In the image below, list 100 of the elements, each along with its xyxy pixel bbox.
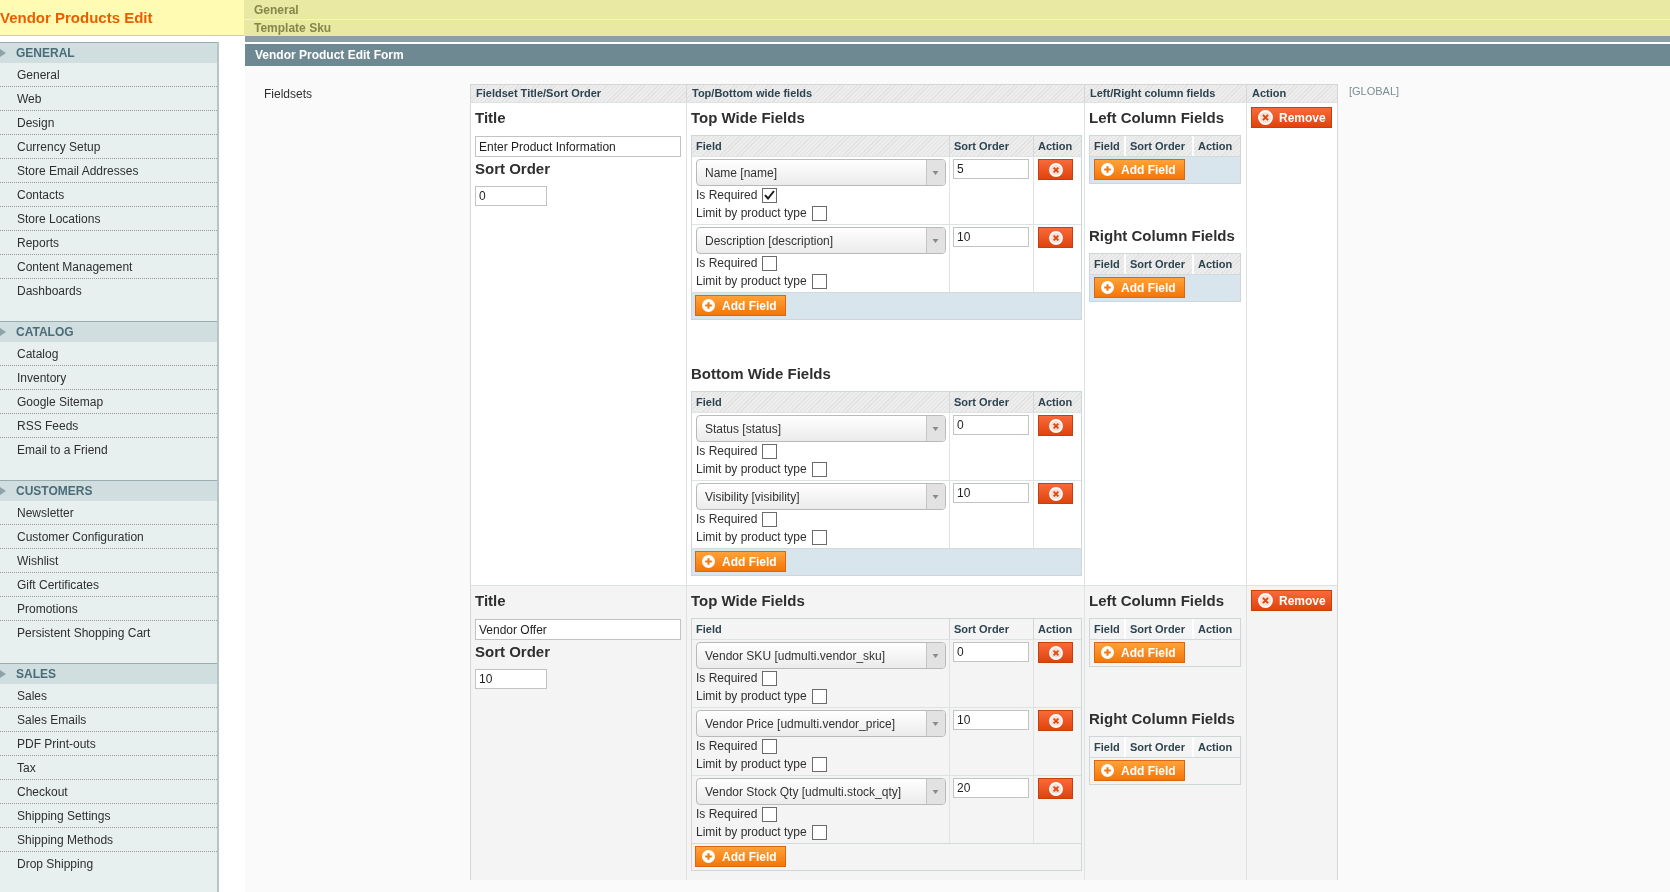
sidebar-link[interactable]: Design [0, 111, 217, 135]
checkbox-label: Limit by product type [696, 462, 807, 476]
sidebar-link[interactable]: Shipping Methods [0, 828, 217, 852]
sidebar-link[interactable]: Wishlist [0, 549, 217, 573]
sort-order-input[interactable]: 10 [475, 669, 547, 689]
remove-button[interactable] [1038, 710, 1073, 731]
column-header: Action [1247, 85, 1337, 102]
field-select[interactable]: Visibility [visibility] [696, 483, 946, 510]
field-select[interactable]: Vendor Stock Qty [udmulti.stock_qty] [696, 778, 946, 805]
sidebar-link[interactable]: PDF Print-outs [0, 732, 217, 756]
checkbox[interactable] [762, 255, 778, 271]
x-circle-icon [1048, 645, 1063, 660]
title-input[interactable]: Enter Product Information [475, 136, 681, 157]
column-header: Field [692, 619, 950, 639]
group-heading: Right Column Fields [1089, 227, 1235, 245]
sidebar-section-toggle[interactable]: GENERAL [0, 43, 217, 63]
sidebar-link[interactable]: RSS Feeds [0, 414, 217, 438]
checkbox[interactable] [762, 187, 778, 203]
remove-button[interactable] [1038, 227, 1073, 248]
field-select[interactable]: Vendor Price [udmulti.vendor_price] [696, 710, 946, 737]
sidebar-link[interactable]: Checkout [0, 780, 217, 804]
checkbox-label: Limit by product type [696, 757, 807, 771]
sidebar-section-toggle[interactable]: SALES [0, 664, 217, 684]
sort-order-input[interactable]: 10 [953, 227, 1029, 247]
plus-circle-icon [702, 555, 715, 568]
remove-button[interactable] [1038, 159, 1073, 180]
title-input[interactable]: Vendor Offer [475, 619, 681, 640]
sort-order-input[interactable]: 10 [953, 710, 1029, 730]
remove-button[interactable]: Remove [1251, 590, 1332, 611]
column-header: Sort Order [950, 136, 1034, 156]
sidebar-link[interactable]: Tax [0, 756, 217, 780]
sidebar-link[interactable]: Catalog [0, 342, 217, 366]
sidebar-link[interactable]: Customer Configuration [0, 525, 217, 549]
triangle-icon [0, 487, 6, 495]
sidebar-link[interactable]: Google Sitemap [0, 390, 217, 414]
sidebar-link[interactable]: Contacts [0, 183, 217, 207]
sidebar-link[interactable]: Content Management [0, 255, 217, 279]
checkbox[interactable] [762, 511, 778, 527]
checkbox-label: Is Required [696, 739, 758, 753]
title-label: Title [475, 592, 506, 610]
triangle-icon [0, 328, 6, 336]
field-select[interactable]: Name [name] [696, 159, 946, 186]
checkbox[interactable] [811, 529, 827, 545]
caret-down-icon [926, 416, 945, 441]
column-header: Action [1197, 622, 1234, 637]
field-select[interactable]: Description [description] [696, 227, 946, 254]
sidebar-link[interactable]: Gift Certificates [0, 573, 217, 597]
sidebar-link[interactable]: Promotions [0, 597, 217, 621]
column-header: Field [692, 136, 950, 156]
sidebar-link[interactable]: Web [0, 87, 217, 111]
scope-label: [GLOBAL] [1349, 84, 1400, 97]
sidebar-section-toggle[interactable]: CUSTOMERS [0, 481, 217, 501]
checkbox[interactable] [811, 205, 827, 221]
x-circle-icon [1048, 162, 1063, 177]
checkbox-label: Limit by product type [696, 530, 807, 544]
column-header: Action [1197, 740, 1234, 755]
x-circle-icon [1258, 593, 1273, 608]
sidebar-link[interactable]: Inventory [0, 366, 217, 390]
remove-button[interactable] [1038, 778, 1073, 799]
field-select[interactable]: Vendor SKU [udmulti.vendor_sku] [696, 642, 946, 669]
sidebar-link[interactable]: Drop Shipping [0, 852, 217, 876]
sort-order-input[interactable]: 20 [953, 778, 1029, 798]
sidebar-link[interactable]: Sales [0, 684, 217, 708]
checkbox-label: Is Required [696, 188, 758, 202]
checkbox[interactable] [762, 806, 778, 822]
sidebar-link[interactable]: Sales Emails [0, 708, 217, 732]
checkbox[interactable] [762, 670, 778, 686]
remove-button[interactable]: Remove [1251, 107, 1332, 128]
x-circle-icon [1048, 713, 1063, 728]
sort-order-input[interactable]: 0 [953, 642, 1029, 662]
checkbox[interactable] [811, 756, 827, 772]
sort-order-input[interactable]: 5 [953, 159, 1029, 179]
sidebar-link[interactable]: Email to a Friend [0, 438, 217, 462]
section-title: General [254, 2, 299, 17]
sidebar-link[interactable]: Reports [0, 231, 217, 255]
sidebar-link[interactable]: Newsletter [0, 501, 217, 525]
checkbox-label: Is Required [696, 671, 758, 685]
checkbox[interactable] [762, 443, 778, 459]
sidebar-link[interactable]: Store Locations [0, 207, 217, 231]
checkbox[interactable] [811, 824, 827, 840]
remove-button[interactable] [1038, 483, 1073, 504]
sidebar-link[interactable]: Dashboards [0, 279, 217, 303]
triangle-icon [0, 670, 6, 678]
group-heading: Left Column Fields [1089, 109, 1224, 127]
checkbox[interactable] [811, 688, 827, 704]
field-select[interactable]: Status [status] [696, 415, 946, 442]
remove-button[interactable] [1038, 642, 1073, 663]
sort-order-input[interactable]: 0 [953, 415, 1029, 435]
sort-order-input[interactable]: 0 [475, 186, 547, 206]
checkbox[interactable] [762, 738, 778, 754]
sidebar-link[interactable]: Persistent Shopping Cart [0, 621, 217, 645]
sort-order-input[interactable]: 10 [953, 483, 1029, 503]
remove-button[interactable] [1038, 415, 1073, 436]
sidebar-link[interactable]: Store Email Addresses [0, 159, 217, 183]
sidebar-section-toggle[interactable]: CATALOG [0, 322, 217, 342]
sidebar-link[interactable]: General [0, 63, 217, 87]
checkbox[interactable] [811, 273, 827, 289]
checkbox[interactable] [811, 461, 827, 477]
sidebar-link[interactable]: Currency Setup [0, 135, 217, 159]
sidebar-link[interactable]: Shipping Settings [0, 804, 217, 828]
